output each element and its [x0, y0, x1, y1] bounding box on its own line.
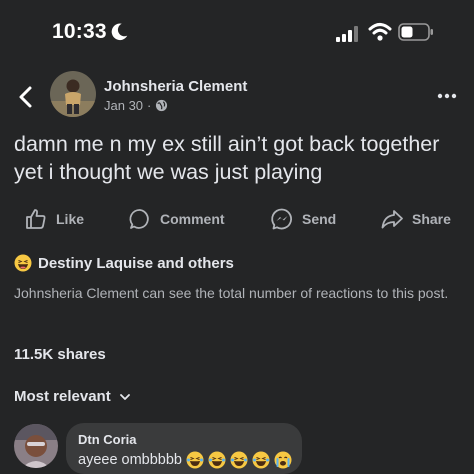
back-button[interactable] [14, 84, 38, 110]
laughing-emoji-icon [186, 451, 204, 469]
laughing-emoji-icon [208, 451, 226, 469]
messenger-icon [271, 208, 293, 230]
comment-text: ayeee ombbbbb [78, 452, 182, 468]
more-options-icon[interactable] [432, 86, 462, 106]
share-icon [381, 210, 403, 229]
status-bar: 10:33 [0, 0, 474, 60]
post-text: damn me n my ex still ain’t got back tog… [14, 132, 440, 184]
commenter-name[interactable]: Dtn Coria [78, 432, 290, 447]
status-time: 10:33 [52, 20, 107, 43]
crying-laughing-emoji-icon [274, 451, 292, 469]
share-button[interactable]: Share [380, 205, 451, 233]
laughing-emoji-icon [14, 254, 32, 272]
share-label: Share [412, 211, 451, 227]
moon-icon [111, 23, 128, 41]
thumbs-up-icon [26, 209, 46, 229]
commenter-avatar[interactable] [14, 424, 58, 468]
comment-icon [129, 209, 149, 229]
comment-label: Comment [160, 211, 225, 227]
meta-separator: · [147, 98, 152, 113]
wifi-icon [368, 23, 392, 41]
author-name[interactable]: Johnsheria Clement [104, 78, 247, 95]
comment-sort-dropdown[interactable]: Most relevant [14, 388, 131, 405]
like-label: Like [56, 211, 85, 227]
send-button[interactable]: Send [270, 205, 336, 233]
reactions-note: Johnsheria Clement can see the total num… [14, 285, 449, 301]
chevron-down-icon [119, 393, 130, 400]
send-label: Send [302, 211, 337, 227]
author-avatar[interactable] [50, 71, 96, 117]
sort-label: Most relevant [14, 388, 111, 405]
laughing-emoji-icon [230, 451, 248, 469]
laughing-emoji-icon [252, 451, 270, 469]
post-meta: Jan 30 · [104, 98, 168, 113]
signal-icon [336, 26, 358, 42]
comment-button[interactable]: Comment [128, 205, 225, 233]
comment-bubble[interactable]: Dtn Coria ayeee ombbbbb [66, 423, 302, 474]
battery-icon [398, 23, 433, 41]
reactions-summary[interactable]: Destiny Laquise and others [14, 254, 234, 272]
reactions-label: Destiny Laquise and others [38, 254, 234, 272]
like-button[interactable]: Like [24, 205, 84, 233]
globe-icon [156, 99, 168, 112]
comment-text-row: ayeee ombbbbb [78, 451, 292, 469]
post-date[interactable]: Jan 30 [104, 98, 143, 113]
shares-count[interactable]: 11.5K shares [14, 346, 106, 363]
